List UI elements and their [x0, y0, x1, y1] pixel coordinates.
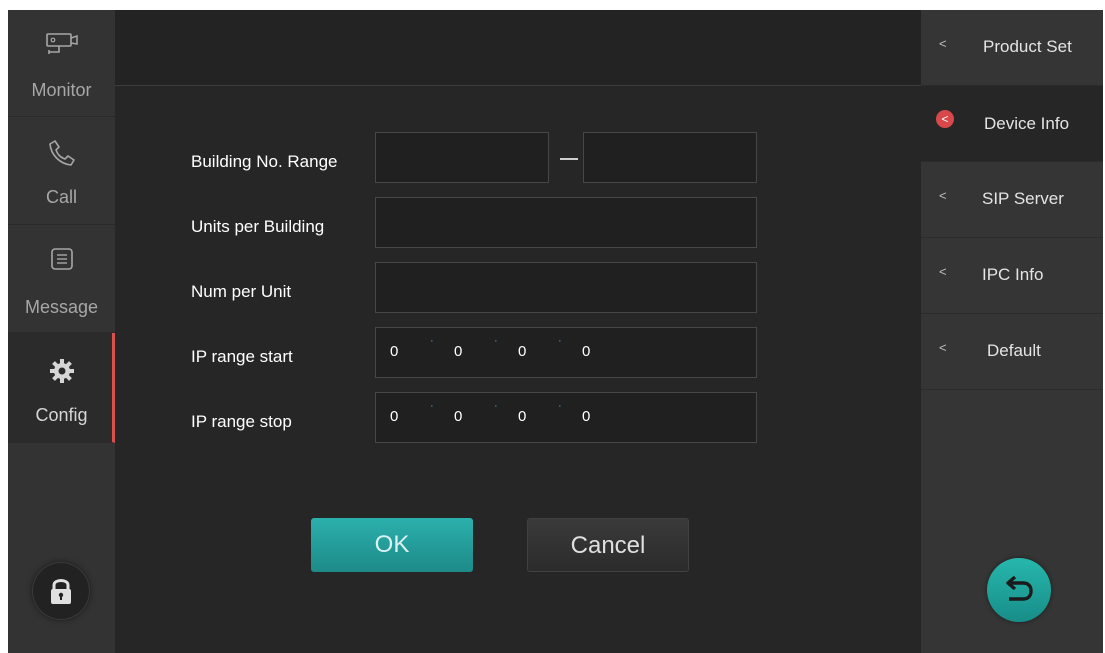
building-to-input[interactable]: [583, 132, 757, 183]
building-range-label: Building No. Range: [191, 152, 338, 171]
lock-icon: [51, 579, 71, 604]
ip-start-input[interactable]: 0 · 0 · 0 · 0: [375, 327, 757, 378]
sidebar-item-label: Call: [45, 187, 77, 207]
chevron-left-icon: <: [939, 188, 947, 203]
device-screen: Monitor Call Message Config Building No.: [8, 10, 1103, 653]
building-from-input[interactable]: [375, 132, 549, 183]
ip-start-label: IP range start: [191, 347, 293, 366]
ip-octet[interactable]: 0: [518, 408, 526, 425]
ip-octet[interactable]: 0: [582, 343, 590, 360]
menu-item-default[interactable]: < Default: [921, 314, 1103, 390]
sidebar-item-label: Monitor: [31, 80, 92, 100]
top-bar: [115, 10, 921, 86]
menu-item-sip-server[interactable]: < SIP Server: [921, 162, 1103, 238]
settings-menu: < Product Set < Device Info < SIP Server…: [921, 10, 1103, 653]
left-sidebar: Monitor Call Message Config: [8, 10, 115, 653]
sidebar-item-monitor[interactable]: Monitor: [8, 10, 115, 117]
menu-item-product-set[interactable]: < Product Set: [921, 10, 1103, 86]
chevron-left-icon: <: [939, 36, 947, 51]
cancel-button[interactable]: Cancel: [527, 518, 689, 572]
menu-item-label: Device Info: [984, 114, 1070, 133]
menu-item-ipc-info[interactable]: < IPC Info: [921, 238, 1103, 314]
menu-item-label: IPC Info: [982, 265, 1044, 284]
menu-item-label: SIP Server: [982, 189, 1064, 208]
ip-octet[interactable]: 0: [454, 343, 462, 360]
range-separator: –: [560, 158, 578, 160]
camera-icon: [8, 30, 115, 67]
gear-icon: [8, 357, 115, 390]
ip-octet[interactable]: 0: [518, 343, 526, 360]
units-label: Units per Building: [191, 217, 325, 236]
num-per-unit-label: Num per Unit: [191, 282, 292, 301]
menu-item-label: Default: [987, 341, 1041, 360]
ip-dot: ·: [558, 400, 562, 412]
menu-item-label: Product Set: [983, 37, 1072, 56]
sidebar-item-label: Config: [35, 405, 88, 425]
chevron-left-icon: <: [939, 264, 947, 279]
ip-stop-label: IP range stop: [191, 412, 292, 431]
sidebar-item-label: Message: [24, 297, 99, 317]
chevron-left-icon: <: [936, 110, 954, 128]
message-icon: [8, 245, 115, 278]
back-arrow-icon: [1006, 575, 1033, 601]
num-per-unit-input[interactable]: [375, 262, 757, 313]
sidebar-item-config[interactable]: Config: [8, 333, 115, 443]
menu-item-device-info[interactable]: < Device Info: [921, 86, 1103, 162]
ip-dot: ·: [558, 335, 562, 347]
ip-dot: ·: [430, 335, 434, 347]
ip-octet[interactable]: 0: [582, 408, 590, 425]
ip-stop-input[interactable]: 0 · 0 · 0 · 0: [375, 392, 757, 443]
ip-dot: ·: [494, 335, 498, 347]
ip-octet[interactable]: 0: [390, 408, 398, 425]
lock-button[interactable]: [32, 562, 90, 620]
back-button[interactable]: [987, 558, 1051, 622]
sidebar-item-call[interactable]: Call: [8, 117, 115, 225]
phone-icon: [8, 137, 115, 174]
device-info-form: Building No. Range – Units per Building …: [115, 86, 921, 653]
ip-dot: ·: [430, 400, 434, 412]
ip-octet[interactable]: 0: [390, 343, 398, 360]
chevron-left-icon: <: [939, 340, 947, 355]
units-per-building-input[interactable]: [375, 197, 757, 248]
sidebar-item-message[interactable]: Message: [8, 225, 115, 333]
ip-dot: ·: [494, 400, 498, 412]
ok-button[interactable]: OK: [311, 518, 473, 572]
ip-octet[interactable]: 0: [454, 408, 462, 425]
